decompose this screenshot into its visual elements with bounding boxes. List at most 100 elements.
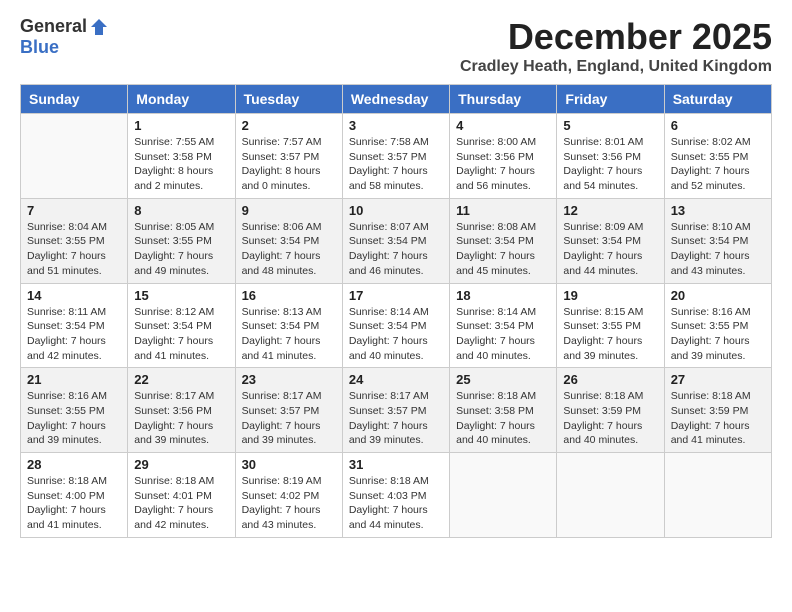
- day-number: 27: [671, 372, 765, 387]
- calendar-week-row: 1Sunrise: 7:55 AM Sunset: 3:58 PM Daylig…: [21, 114, 772, 199]
- calendar-cell: [664, 453, 771, 538]
- day-info: Sunrise: 8:01 AM Sunset: 3:56 PM Dayligh…: [563, 135, 657, 194]
- logo-icon: [89, 17, 109, 37]
- column-header-monday: Monday: [128, 85, 235, 114]
- title-block: December 2025 Cradley Heath, England, Un…: [460, 16, 772, 76]
- day-info: Sunrise: 8:16 AM Sunset: 3:55 PM Dayligh…: [27, 389, 121, 448]
- day-info: Sunrise: 8:00 AM Sunset: 3:56 PM Dayligh…: [456, 135, 550, 194]
- calendar-cell: 14Sunrise: 8:11 AM Sunset: 3:54 PM Dayli…: [21, 283, 128, 368]
- day-number: 18: [456, 288, 550, 303]
- day-info: Sunrise: 8:18 AM Sunset: 4:01 PM Dayligh…: [134, 474, 228, 533]
- calendar-cell: 19 Sunrise: 8:15 AM Sunset: 3:55 PM Dayli…: [557, 283, 664, 368]
- day-info: Sunrise: 8:18 AM Sunset: 3:58 PM Dayligh…: [456, 389, 550, 448]
- day-info: Sunrise: 8:16 AM Sunset: 3:55 PM Dayligh…: [671, 305, 765, 364]
- day-info: Sunrise: 8:02 AM Sunset: 3:55 PM Dayligh…: [671, 135, 765, 194]
- day-number: 28: [27, 457, 121, 472]
- day-info: Sunrise: 7:55 AM Sunset: 3:58 PM Dayligh…: [134, 135, 228, 194]
- day-number: 20: [671, 288, 765, 303]
- calendar-cell: 11 Sunrise: 8:08 AM Sunset: 3:54 PM Dayli…: [450, 198, 557, 283]
- calendar-cell: 29Sunrise: 8:18 AM Sunset: 4:01 PM Dayli…: [128, 453, 235, 538]
- day-info: Sunrise: 8:09 AM Sunset: 3:54 PM Dayligh…: [563, 220, 657, 279]
- calendar-cell: 18 Sunrise: 8:14 AM Sunset: 3:54 PM Dayli…: [450, 283, 557, 368]
- day-info: Sunrise: 8:13 AM Sunset: 3:54 PM Dayligh…: [242, 305, 336, 364]
- day-number: 23: [242, 372, 336, 387]
- logo-general-text: General: [20, 16, 87, 37]
- calendar-cell: 8 Sunrise: 8:05 AM Sunset: 3:55 PM Daylig…: [128, 198, 235, 283]
- day-number: 8: [134, 203, 228, 218]
- column-header-saturday: Saturday: [664, 85, 771, 114]
- day-info: Sunrise: 8:15 AM Sunset: 3:55 PM Dayligh…: [563, 305, 657, 364]
- page-header: General Blue December 2025 Cradley Heath…: [20, 16, 772, 76]
- calendar-week-row: 28 Sunrise: 8:18 AM Sunset: 4:00 PM Dayli…: [21, 453, 772, 538]
- day-number: 2: [242, 118, 336, 133]
- calendar-cell: 6 Sunrise: 8:02 AM Sunset: 3:55 PM Daylig…: [664, 114, 771, 199]
- column-header-tuesday: Tuesday: [235, 85, 342, 114]
- calendar-cell: 30 Sunrise: 8:19 AM Sunset: 4:02 PM Dayli…: [235, 453, 342, 538]
- day-info: Sunrise: 8:18 AM Sunset: 4:03 PM Dayligh…: [349, 474, 443, 533]
- calendar-cell: 22 Sunrise: 8:17 AM Sunset: 3:56 PM Dayli…: [128, 368, 235, 453]
- day-info: Sunrise: 7:57 AM Sunset: 3:57 PM Dayligh…: [242, 135, 336, 194]
- day-info: Sunrise: 7:58 AM Sunset: 3:57 PM Dayligh…: [349, 135, 443, 194]
- day-number: 12: [563, 203, 657, 218]
- calendar-cell: 24Sunrise: 8:17 AM Sunset: 3:57 PM Dayli…: [342, 368, 449, 453]
- day-number: 22: [134, 372, 228, 387]
- day-info: Sunrise: 8:05 AM Sunset: 3:55 PM Dayligh…: [134, 220, 228, 279]
- calendar-cell: 20 Sunrise: 8:16 AM Sunset: 3:55 PM Dayli…: [664, 283, 771, 368]
- day-number: 7: [27, 203, 121, 218]
- day-number: 13: [671, 203, 765, 218]
- column-header-friday: Friday: [557, 85, 664, 114]
- day-number: 30: [242, 457, 336, 472]
- day-number: 25: [456, 372, 550, 387]
- day-number: 14: [27, 288, 121, 303]
- day-number: 5: [563, 118, 657, 133]
- logo: General Blue: [20, 16, 109, 58]
- calendar-cell: 23 Sunrise: 8:17 AM Sunset: 3:57 PM Dayli…: [235, 368, 342, 453]
- calendar-cell: [557, 453, 664, 538]
- location: Cradley Heath, England, United Kingdom: [460, 58, 772, 76]
- day-number: 26: [563, 372, 657, 387]
- day-info: Sunrise: 8:07 AM Sunset: 3:54 PM Dayligh…: [349, 220, 443, 279]
- day-number: 6: [671, 118, 765, 133]
- calendar-cell: 21Sunrise: 8:16 AM Sunset: 3:55 PM Dayli…: [21, 368, 128, 453]
- calendar-cell: 16 Sunrise: 8:13 AM Sunset: 3:54 PM Dayli…: [235, 283, 342, 368]
- calendar-cell: 27Sunrise: 8:18 AM Sunset: 3:59 PM Dayli…: [664, 368, 771, 453]
- calendar-cell: 10 Sunrise: 8:07 AM Sunset: 3:54 PM Dayli…: [342, 198, 449, 283]
- calendar-cell: 15Sunrise: 8:12 AM Sunset: 3:54 PM Dayli…: [128, 283, 235, 368]
- day-info: Sunrise: 8:17 AM Sunset: 3:56 PM Dayligh…: [134, 389, 228, 448]
- day-info: Sunrise: 8:04 AM Sunset: 3:55 PM Dayligh…: [27, 220, 121, 279]
- column-header-sunday: Sunday: [21, 85, 128, 114]
- calendar-week-row: 7 Sunrise: 8:04 AM Sunset: 3:55 PM Daylig…: [21, 198, 772, 283]
- day-number: 31: [349, 457, 443, 472]
- day-info: Sunrise: 8:18 AM Sunset: 4:00 PM Dayligh…: [27, 474, 121, 533]
- day-info: Sunrise: 8:06 AM Sunset: 3:54 PM Dayligh…: [242, 220, 336, 279]
- calendar-table: SundayMondayTuesdayWednesdayThursdayFrid…: [20, 84, 772, 538]
- calendar-cell: 25 Sunrise: 8:18 AM Sunset: 3:58 PM Dayli…: [450, 368, 557, 453]
- calendar-week-row: 21Sunrise: 8:16 AM Sunset: 3:55 PM Dayli…: [21, 368, 772, 453]
- day-number: 11: [456, 203, 550, 218]
- day-info: Sunrise: 8:19 AM Sunset: 4:02 PM Dayligh…: [242, 474, 336, 533]
- day-number: 24: [349, 372, 443, 387]
- day-number: 19: [563, 288, 657, 303]
- calendar-header-row: SundayMondayTuesdayWednesdayThursdayFrid…: [21, 85, 772, 114]
- calendar-cell: 26 Sunrise: 8:18 AM Sunset: 3:59 PM Dayli…: [557, 368, 664, 453]
- calendar-cell: 31 Sunrise: 8:18 AM Sunset: 4:03 PM Dayli…: [342, 453, 449, 538]
- day-info: Sunrise: 8:08 AM Sunset: 3:54 PM Dayligh…: [456, 220, 550, 279]
- day-number: 10: [349, 203, 443, 218]
- day-number: 17: [349, 288, 443, 303]
- day-number: 4: [456, 118, 550, 133]
- day-info: Sunrise: 8:14 AM Sunset: 3:54 PM Dayligh…: [349, 305, 443, 364]
- calendar-cell: 3Sunrise: 7:58 AM Sunset: 3:57 PM Daylig…: [342, 114, 449, 199]
- calendar-cell: 2 Sunrise: 7:57 AM Sunset: 3:57 PM Daylig…: [235, 114, 342, 199]
- day-info: Sunrise: 8:17 AM Sunset: 3:57 PM Dayligh…: [242, 389, 336, 448]
- calendar-cell: 1Sunrise: 7:55 AM Sunset: 3:58 PM Daylig…: [128, 114, 235, 199]
- day-info: Sunrise: 8:14 AM Sunset: 3:54 PM Dayligh…: [456, 305, 550, 364]
- calendar-week-row: 14Sunrise: 8:11 AM Sunset: 3:54 PM Dayli…: [21, 283, 772, 368]
- calendar-cell: 13Sunrise: 8:10 AM Sunset: 3:54 PM Dayli…: [664, 198, 771, 283]
- month-title: December 2025: [460, 16, 772, 58]
- day-number: 16: [242, 288, 336, 303]
- calendar-cell: [21, 114, 128, 199]
- day-number: 15: [134, 288, 228, 303]
- day-info: Sunrise: 8:18 AM Sunset: 3:59 PM Dayligh…: [563, 389, 657, 448]
- calendar-cell: 17 Sunrise: 8:14 AM Sunset: 3:54 PM Dayli…: [342, 283, 449, 368]
- calendar-cell: 5 Sunrise: 8:01 AM Sunset: 3:56 PM Daylig…: [557, 114, 664, 199]
